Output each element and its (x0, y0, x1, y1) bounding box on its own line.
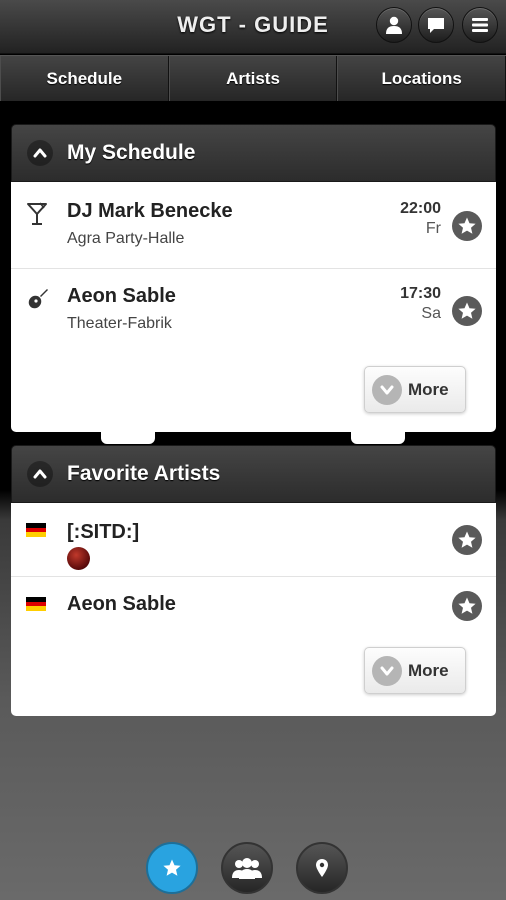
messages-button[interactable] (418, 7, 454, 43)
favorite-artists-panel: Favorite Artists [:SITD:] Aeon Sable Mor… (11, 445, 496, 716)
favorite-toggle-button[interactable] (452, 591, 482, 621)
more-label: More (408, 660, 449, 680)
event-title: Aeon Sable (67, 285, 176, 307)
artist-row[interactable]: [:SITD:] (11, 503, 496, 577)
location-pin-icon (316, 859, 328, 877)
favorite-artists-header[interactable]: Favorite Artists (11, 445, 496, 503)
chevron-down-icon (372, 374, 402, 405)
collapse-button[interactable] (27, 140, 53, 166)
my-schedule-panel: My Schedule DJ Mark Benecke Agra Party-H… (11, 124, 496, 432)
chat-icon (428, 18, 444, 33)
favorites-nav-button[interactable] (146, 842, 198, 894)
artist-name: [:SITD:] (67, 521, 140, 543)
artist-name: Aeon Sable (67, 593, 176, 615)
main-navbar: Schedule Artists Locations (0, 55, 506, 101)
collapse-button[interactable] (27, 461, 53, 487)
star-icon (163, 859, 181, 876)
favorite-toggle-button[interactable] (452, 211, 482, 241)
cocktail-icon (26, 202, 48, 226)
artists-nav-button[interactable] (221, 842, 273, 894)
star-icon (458, 531, 476, 548)
panel-notch (351, 432, 405, 444)
event-time: 22:00 (400, 200, 441, 217)
event-day: Sa (421, 305, 441, 322)
favorite-artists-body: [:SITD:] Aeon Sable More (11, 503, 496, 716)
chevron-up-icon (33, 469, 47, 479)
user-icon (386, 16, 402, 34)
my-schedule-header[interactable]: My Schedule (11, 124, 496, 182)
more-label: More (408, 379, 449, 399)
event-title: DJ Mark Benecke (67, 200, 233, 222)
schedule-row[interactable]: Aeon Sable Theater-Fabrik 17:30 Sa (11, 269, 496, 355)
guitar-icon (26, 287, 50, 311)
tab-locations[interactable]: Locations (337, 56, 506, 101)
star-icon (458, 217, 476, 234)
my-schedule-body: DJ Mark Benecke Agra Party-Halle 22:00 F… (11, 182, 496, 432)
menu-button[interactable] (462, 7, 498, 43)
event-venue: Agra Party-Halle (67, 230, 185, 247)
germany-flag (26, 523, 46, 538)
star-icon (458, 597, 476, 614)
favorite-toggle-button[interactable] (452, 296, 482, 326)
favorite-toggle-button[interactable] (452, 525, 482, 555)
chevron-down-icon (372, 655, 402, 686)
artist-row[interactable]: Aeon Sable (11, 577, 496, 635)
profile-button[interactable] (376, 7, 412, 43)
chevron-up-icon (33, 148, 47, 158)
tab-schedule[interactable]: Schedule (0, 56, 169, 101)
event-time: 17:30 (400, 285, 441, 302)
app-header: WGT - GUIDE (0, 0, 506, 54)
germany-flag (26, 597, 46, 612)
panel-title: My Schedule (67, 141, 196, 164)
locations-nav-button[interactable] (296, 842, 348, 894)
app-screen: WGT - GUIDE Schedule Artists Locations M… (0, 0, 506, 900)
people-icon (232, 858, 262, 879)
event-day: Fr (425, 220, 441, 237)
tab-artists[interactable]: Artists (168, 56, 338, 101)
artists-more-button[interactable]: More (364, 647, 466, 694)
panel-title: Favorite Artists (67, 462, 221, 485)
panel-notch (101, 432, 155, 444)
menu-icon (472, 18, 488, 32)
event-venue: Theater-Fabrik (67, 315, 172, 332)
schedule-row[interactable]: DJ Mark Benecke Agra Party-Halle 22:00 F… (11, 182, 496, 269)
artist-thumbnail (67, 547, 90, 570)
schedule-more-button[interactable]: More (364, 366, 466, 413)
star-icon (458, 302, 476, 319)
